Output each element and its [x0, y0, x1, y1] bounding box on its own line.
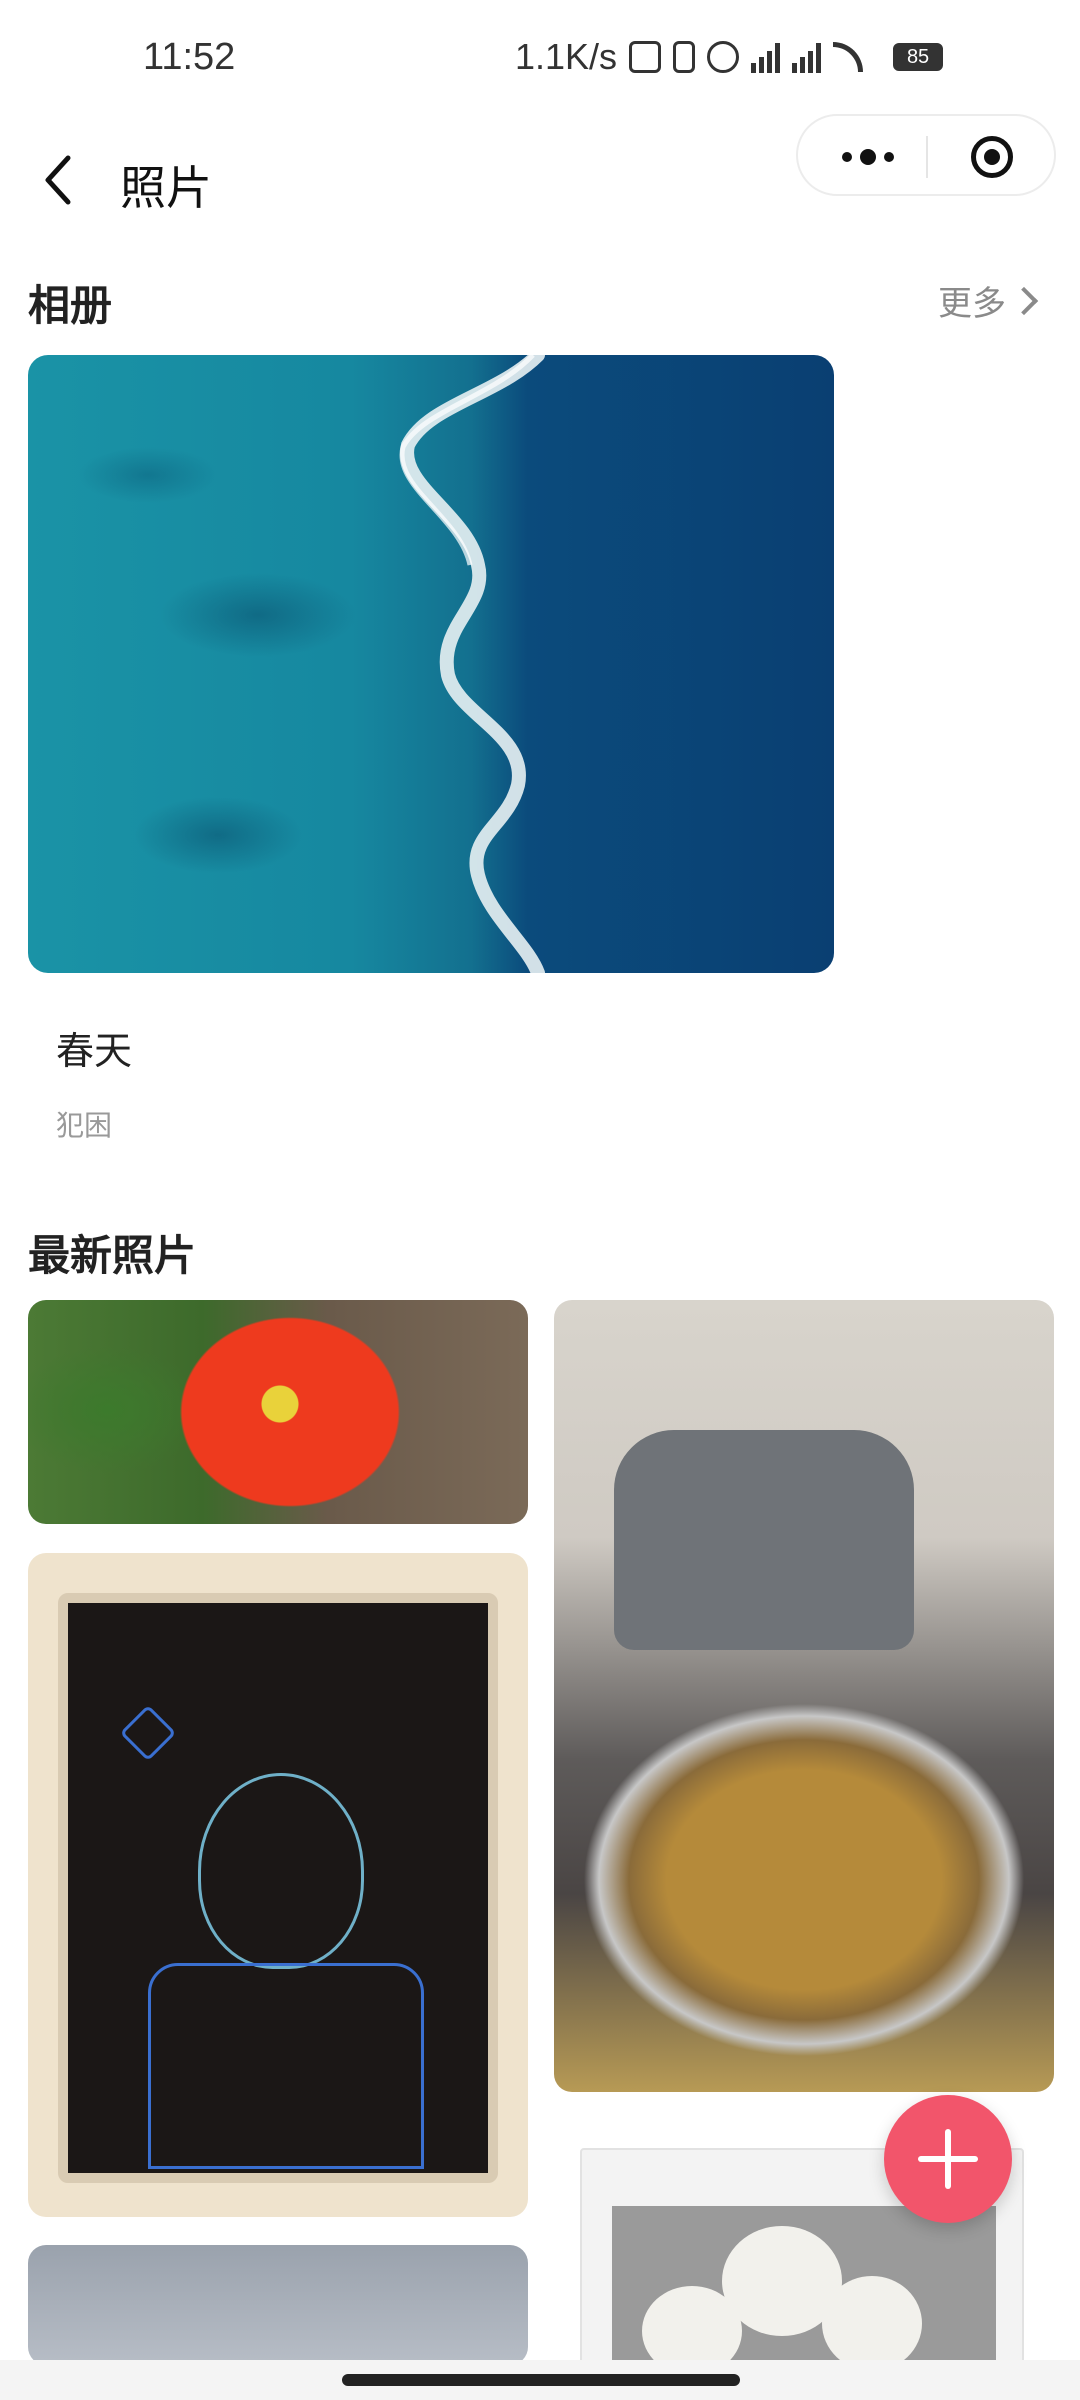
photo-sky[interactable]	[28, 2245, 528, 2365]
signal-icon	[751, 41, 781, 73]
vibrate-icon	[673, 41, 696, 73]
roses-inner	[612, 2206, 996, 2366]
nfc-icon	[629, 41, 662, 73]
chevron-right-icon	[1009, 286, 1039, 315]
target-icon[interactable]	[971, 136, 1013, 178]
chevron-left-icon[interactable]	[38, 150, 78, 210]
alarm-icon	[707, 41, 740, 73]
rose-shape	[822, 2276, 922, 2366]
album-name: 春天	[56, 1029, 133, 1073]
wifi-icon	[833, 42, 864, 72]
wave-foam	[399, 355, 545, 973]
status-icons: 1.1K/s 85	[515, 36, 944, 78]
capsule-divider	[926, 136, 928, 178]
battery-icon: 85	[893, 43, 944, 71]
photo-food-dish[interactable]	[554, 1300, 1054, 2092]
body-doodle	[148, 1963, 424, 2169]
rose-shape	[642, 2286, 742, 2366]
signal-icon	[792, 41, 822, 73]
nav-bar: 照片	[0, 110, 1080, 260]
status-time: 11:52	[143, 36, 236, 78]
more-link[interactable]: 更多	[938, 276, 1039, 325]
mini-program-capsule	[796, 114, 1056, 196]
more-dots-icon[interactable]	[828, 140, 908, 174]
home-indicator[interactable]	[342, 2374, 740, 2386]
photo-poppy[interactable]	[28, 1300, 528, 1524]
status-bar: 11:52 1.1K/s 85	[0, 0, 1080, 110]
face-doodle	[198, 1773, 364, 1969]
photo-drawing-board[interactable]	[28, 1553, 528, 2217]
latest-section-title: 最新照片	[28, 1231, 197, 1280]
more-label: 更多	[938, 284, 1006, 324]
page-title: 照片	[120, 161, 212, 215]
album-section-title: 相册	[28, 281, 113, 330]
album-card[interactable]	[28, 355, 834, 973]
heart-doodle	[119, 1704, 177, 1762]
gesture-bar	[0, 2360, 1080, 2400]
net-speed: 1.1K/s	[515, 36, 618, 77]
add-photo-button[interactable]	[884, 2095, 1012, 2223]
drawing-board-screen	[58, 1593, 498, 2183]
photo-chair-shape	[614, 1430, 914, 1650]
album-subtitle: 犯困	[56, 1109, 113, 1142]
